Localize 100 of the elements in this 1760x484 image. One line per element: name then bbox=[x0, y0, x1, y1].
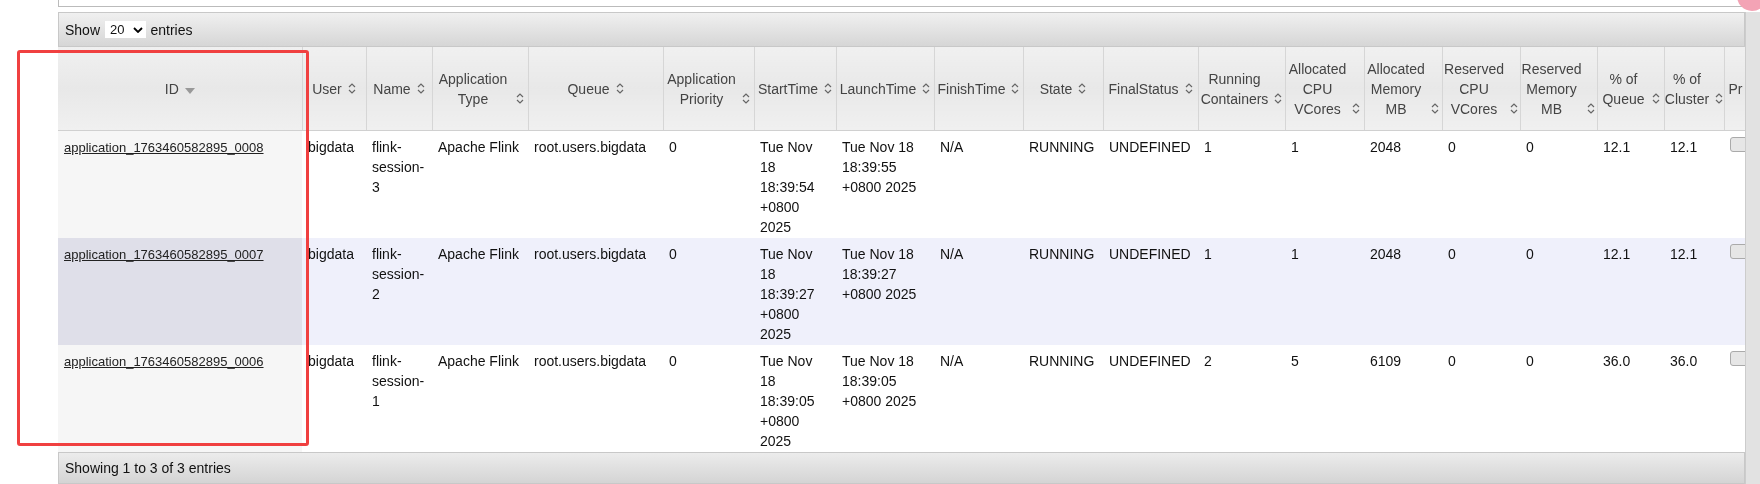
table-cell: 12.1 bbox=[1670, 139, 1698, 155]
table-cell: 2 bbox=[1204, 352, 1212, 369]
table-cell: root.users.bigdata bbox=[534, 352, 647, 369]
table-cell: 36.0 bbox=[1603, 352, 1631, 369]
table-cell: 0 bbox=[1448, 139, 1456, 155]
application-link[interactable]: application_1763460582895_0008 bbox=[64, 140, 264, 155]
column-header[interactable]: StartTime bbox=[754, 47, 836, 131]
sort-icon bbox=[1651, 92, 1660, 104]
table-cell: N/A bbox=[940, 139, 964, 155]
sort-icon bbox=[1430, 102, 1439, 114]
table-cell: N/A bbox=[940, 245, 964, 262]
progress-bar bbox=[1730, 137, 1745, 152]
column-header[interactable]: State bbox=[1023, 47, 1103, 131]
table-cell: 12.1 bbox=[1670, 245, 1698, 262]
table-cell: 0 bbox=[1448, 352, 1456, 369]
sort-icon bbox=[1352, 102, 1361, 114]
column-header[interactable]: Reserved CPU VCores bbox=[1442, 47, 1520, 131]
entries-select[interactable]: 20 bbox=[105, 21, 146, 38]
table-row[interactable]: application_1763460582895_0007 bigdata flink-session-2 Apache Flink root.users.bigdata 0 Tue Nov 18 18:39:27 +0800 2025 Tue Nov 18 18:39:27 +0800 2025 N/A RUNNING UNDEFINED 1 1 2048 0 0 12.1 12.1 bbox=[58, 237, 1745, 345]
sort-icon bbox=[1274, 92, 1283, 104]
table-cell: 12.1 bbox=[1603, 139, 1631, 155]
column-header[interactable]: Application Type bbox=[432, 47, 528, 131]
table-cell: N/A bbox=[940, 352, 964, 369]
table-cell: Tue Nov 18 18:39:27 +0800 2025 bbox=[760, 245, 815, 342]
sort-icon bbox=[1509, 102, 1518, 114]
table-cell: bigdata bbox=[308, 245, 354, 262]
entries-info: Showing 1 to 3 of 3 entries bbox=[65, 459, 231, 476]
table-cell: 1 bbox=[1204, 245, 1212, 262]
table-cell: 0 bbox=[669, 352, 677, 369]
table-cell: 0 bbox=[1526, 139, 1534, 155]
table-cell: 0 bbox=[1526, 352, 1534, 369]
table-cell: 2048 bbox=[1370, 245, 1402, 262]
table-cell: 12.1 bbox=[1603, 245, 1631, 262]
sort-icon bbox=[515, 92, 524, 104]
sort-icon bbox=[615, 82, 624, 94]
table-cell: UNDEFINED bbox=[1109, 139, 1191, 155]
sort-icon bbox=[922, 82, 931, 94]
table-cell: 1 bbox=[1204, 139, 1212, 155]
table-cell: flink-session-1 bbox=[372, 352, 425, 409]
sort-icon bbox=[741, 92, 750, 104]
application-link[interactable]: application_1763460582895_0006 bbox=[64, 353, 264, 369]
table-cell: bigdata bbox=[308, 352, 354, 369]
column-header[interactable]: Pr bbox=[1724, 47, 1745, 131]
table-row[interactable]: application_1763460582895_0008 bigdata flink-session-3 Apache Flink root.users.bigdata 0 Tue Nov 18 18:39:54 +0800 2025 Tue Nov 18 18:39:55 +0800 2025 N/A RUNNING UNDEFINED 1 1 2048 0 0 12.1 12.1 bbox=[58, 130, 1745, 238]
table-cell: 1 bbox=[1291, 139, 1299, 155]
scrollbar[interactable] bbox=[1745, 12, 1760, 484]
table-row[interactable]: application_1763460582895_0006 bigdata flink-session-1 Apache Flink root.users.bigdata 0 Tue Nov 18 18:39:05 +0800 2025 Tue Nov 18 18:39:05 +0800 2025 N/A RUNNING UNDEFINED 2 5 6109 0 0 36.0 36.0 bbox=[58, 344, 1745, 452]
sort-icon bbox=[416, 82, 425, 94]
sort-icon bbox=[1011, 82, 1020, 94]
table-cell: 0 bbox=[669, 245, 677, 262]
table-cell: 5 bbox=[1291, 352, 1299, 369]
table-cell: Tue Nov 18 18:39:54 +0800 2025 bbox=[760, 139, 815, 235]
table-cell: UNDEFINED bbox=[1109, 245, 1191, 262]
table-cell: 0 bbox=[669, 139, 677, 155]
sort-icon bbox=[1715, 92, 1724, 104]
column-header[interactable]: Reserved Memory MB bbox=[1520, 47, 1597, 131]
column-header[interactable]: Running Containers bbox=[1198, 47, 1285, 131]
column-header[interactable]: Allocated Memory MB bbox=[1364, 47, 1442, 131]
table-cell: Apache Flink bbox=[438, 139, 519, 155]
column-header[interactable]: FinishTime bbox=[934, 47, 1023, 131]
table-cell: 0 bbox=[1448, 245, 1456, 262]
table-cell: Tue Nov 18 18:39:55 +0800 2025 bbox=[842, 139, 917, 195]
table-cell: 2048 bbox=[1370, 139, 1402, 155]
table-cell: Apache Flink bbox=[438, 352, 519, 369]
application-link[interactable]: application_1763460582895_0007 bbox=[64, 246, 264, 262]
sort-icon bbox=[824, 82, 833, 94]
progress-bar bbox=[1730, 243, 1745, 259]
table-cell: RUNNING bbox=[1029, 139, 1095, 155]
table-cell: Tue Nov 18 18:39:05 +0800 2025 bbox=[760, 352, 815, 449]
caret-icon bbox=[132, 26, 143, 33]
column-header[interactable]: LaunchTime bbox=[836, 47, 934, 131]
table-cell: Tue Nov 18 18:39:05 +0800 2025 bbox=[842, 352, 917, 409]
column-header[interactable]: % of Queue bbox=[1597, 47, 1664, 131]
entries-label: entries bbox=[150, 21, 193, 38]
sort-descending-icon bbox=[184, 87, 195, 94]
table-cell: root.users.bigdata bbox=[534, 245, 647, 262]
column-header[interactable]: FinalStatus bbox=[1103, 47, 1198, 131]
column-header[interactable]: ID bbox=[58, 47, 302, 131]
column-header[interactable]: Application Priority bbox=[663, 47, 754, 131]
sort-icon bbox=[1078, 82, 1087, 94]
column-header[interactable]: Name bbox=[366, 47, 432, 131]
table-cell: Tue Nov 18 18:39:27 +0800 2025 bbox=[842, 245, 917, 302]
table-cell: RUNNING bbox=[1029, 245, 1095, 262]
table-cell: RUNNING bbox=[1029, 352, 1095, 369]
table-cell: UNDEFINED bbox=[1109, 352, 1191, 369]
table-cell: root.users.bigdata bbox=[534, 139, 647, 155]
column-header[interactable]: Allocated CPU VCores bbox=[1285, 47, 1364, 131]
sort-icon bbox=[1184, 82, 1193, 94]
column-header[interactable]: % of Cluster bbox=[1664, 47, 1724, 131]
show-label: Show bbox=[65, 21, 101, 38]
sort-icon bbox=[347, 82, 356, 94]
table-cell: Apache Flink bbox=[438, 245, 519, 262]
table-cell: 1 bbox=[1291, 245, 1299, 262]
column-header[interactable]: Queue bbox=[528, 47, 663, 131]
table-cell: 6109 bbox=[1370, 352, 1402, 369]
table-cell: flink-session-3 bbox=[372, 139, 425, 195]
table-cell: 0 bbox=[1526, 245, 1534, 262]
table-cell: flink-session-2 bbox=[372, 245, 425, 302]
table-cell: 36.0 bbox=[1670, 352, 1698, 369]
column-header[interactable]: User bbox=[302, 47, 366, 131]
